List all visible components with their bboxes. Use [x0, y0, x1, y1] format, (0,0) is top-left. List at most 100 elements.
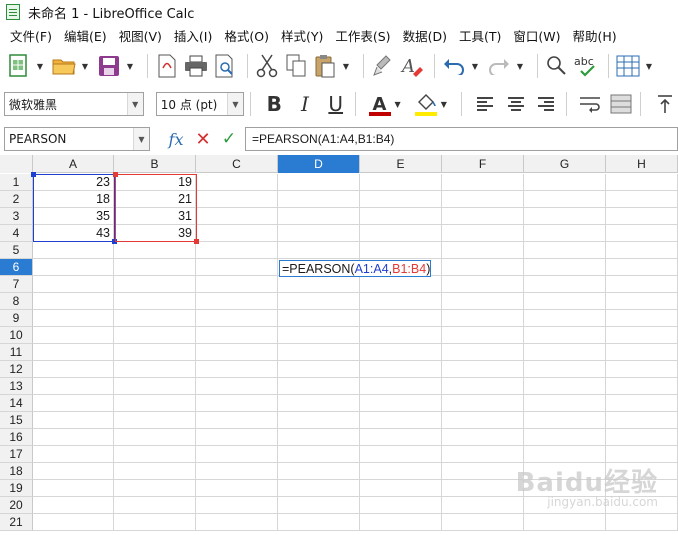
column-header-b[interactable]: B [114, 155, 196, 173]
print-preview-icon[interactable] [212, 52, 238, 80]
column-header-g[interactable]: G [524, 155, 606, 173]
column-header-a[interactable]: A [33, 155, 114, 173]
cell-h11[interactable] [606, 344, 678, 361]
cell-f5[interactable] [442, 242, 524, 259]
accept-icon[interactable]: ✓ [218, 127, 240, 151]
cell-e1[interactable] [360, 174, 442, 191]
cell-h2[interactable] [606, 191, 678, 208]
align-top-button[interactable] [651, 90, 678, 118]
clear-formatting-icon[interactable]: A [399, 52, 425, 80]
cell-h16[interactable] [606, 429, 678, 446]
row-header-14[interactable]: 14 [0, 395, 33, 412]
undo-icon[interactable] [441, 52, 467, 80]
cell-e12[interactable] [360, 361, 442, 378]
row-header-12[interactable]: 12 [0, 361, 33, 378]
row-header-5[interactable]: 5 [0, 242, 33, 259]
cell-f6[interactable] [442, 259, 524, 276]
cell-e15[interactable] [360, 412, 442, 429]
row-header-17[interactable]: 17 [0, 446, 33, 463]
cell-c19[interactable] [196, 480, 278, 497]
cell-a20[interactable] [33, 497, 114, 514]
cell-c11[interactable] [196, 344, 278, 361]
cell-a11[interactable] [33, 344, 114, 361]
cell-a10[interactable] [33, 327, 114, 344]
cell-c12[interactable] [196, 361, 278, 378]
cell-d6-editor[interactable]: =PEARSON(A1:A4, B1:B4) [279, 260, 432, 277]
cell-b18[interactable] [114, 463, 196, 480]
cell-f12[interactable] [442, 361, 524, 378]
cell-a19[interactable] [33, 480, 114, 497]
cell-c21[interactable] [196, 514, 278, 531]
cell-h5[interactable] [606, 242, 678, 259]
font-size-dropdown-icon[interactable]: ▼ [226, 93, 243, 115]
cell-f19[interactable] [442, 480, 524, 497]
cell-e9[interactable] [360, 310, 442, 327]
row-header-10[interactable]: 10 [0, 327, 33, 344]
cell-c20[interactable] [196, 497, 278, 514]
cell-e13[interactable] [360, 378, 442, 395]
cell-g14[interactable] [524, 395, 606, 412]
cell-h4[interactable] [606, 225, 678, 242]
underline-button[interactable]: U [322, 90, 349, 118]
cell-e8[interactable] [360, 293, 442, 310]
cell-c5[interactable] [196, 242, 278, 259]
cell-e3[interactable] [360, 208, 442, 225]
cell-c3[interactable] [196, 208, 278, 225]
cell-e4[interactable] [360, 225, 442, 242]
cell-g15[interactable] [524, 412, 606, 429]
cell-b11[interactable] [114, 344, 196, 361]
cell-b12[interactable] [114, 361, 196, 378]
cell-h12[interactable] [606, 361, 678, 378]
cell-d20[interactable] [278, 497, 360, 514]
cell-c6[interactable] [196, 259, 278, 276]
cell-e2[interactable] [360, 191, 442, 208]
cell-e16[interactable] [360, 429, 442, 446]
cell-b6[interactable] [114, 259, 196, 276]
cell-b3[interactable]: 31 [114, 208, 196, 225]
row-header-2[interactable]: 2 [0, 191, 33, 208]
menu-insert[interactable]: 插入(I) [168, 26, 218, 45]
cell-a4[interactable]: 43 [33, 225, 114, 242]
open-dropdown-icon[interactable]: ▼ [80, 62, 90, 71]
cell-a21[interactable] [33, 514, 114, 531]
cell-g8[interactable] [524, 293, 606, 310]
column-header-c[interactable]: C [196, 155, 278, 173]
cell-b17[interactable] [114, 446, 196, 463]
cell-h3[interactable] [606, 208, 678, 225]
row-header-16[interactable]: 16 [0, 429, 33, 446]
cell-e20[interactable] [360, 497, 442, 514]
cell-d14[interactable] [278, 395, 360, 412]
row-header-9[interactable]: 9 [0, 310, 33, 327]
font-size-box[interactable]: 10 点 (pt) ▼ [155, 92, 244, 116]
row-header-20[interactable]: 20 [0, 497, 33, 514]
row-header-7[interactable]: 7 [0, 276, 33, 293]
cell-d11[interactable] [278, 344, 360, 361]
highlight-button[interactable] [412, 90, 439, 118]
cell-h13[interactable] [606, 378, 678, 395]
cell-b21[interactable] [114, 514, 196, 531]
cell-a14[interactable] [33, 395, 114, 412]
cell-a5[interactable] [33, 242, 114, 259]
cell-a7[interactable] [33, 276, 114, 293]
cell-d10[interactable] [278, 327, 360, 344]
font-color-dropdown-icon[interactable]: ▼ [393, 100, 403, 109]
cell-c2[interactable] [196, 191, 278, 208]
wrap-text-button[interactable] [577, 90, 604, 118]
cell-d17[interactable] [278, 446, 360, 463]
cell-c15[interactable] [196, 412, 278, 429]
cell-d3[interactable] [278, 208, 360, 225]
cell-b20[interactable] [114, 497, 196, 514]
undo-dropdown-icon[interactable]: ▼ [470, 62, 480, 71]
cell-a12[interactable] [33, 361, 114, 378]
cell-a3[interactable]: 35 [33, 208, 114, 225]
cell-g1[interactable] [524, 174, 606, 191]
cell-b13[interactable] [114, 378, 196, 395]
row-header-11[interactable]: 11 [0, 344, 33, 361]
cell-d2[interactable] [278, 191, 360, 208]
cell-b7[interactable] [114, 276, 196, 293]
cell-c16[interactable] [196, 429, 278, 446]
cell-f11[interactable] [442, 344, 524, 361]
menu-styles[interactable]: 样式(Y) [275, 26, 329, 45]
cell-d5[interactable] [278, 242, 360, 259]
cell-a16[interactable] [33, 429, 114, 446]
